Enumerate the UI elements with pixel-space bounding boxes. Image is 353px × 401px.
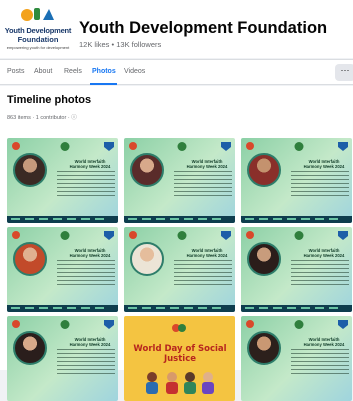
logo-text-line1: Youth Development: [4, 26, 72, 35]
logo-icon: [12, 142, 20, 150]
profile-tabs: Posts About Reels Photos Videos ···: [0, 59, 353, 85]
shield-icon: [338, 142, 348, 151]
portrait-photo: [247, 242, 281, 276]
quote-text: [57, 171, 115, 197]
social-bar: [241, 216, 352, 223]
foundation-logo-mark: [21, 8, 54, 21]
emblem-icon: [177, 142, 187, 151]
photo-tile[interactable]: World Interfaith Harmony Week 2024: [7, 316, 118, 401]
social-bar: [7, 216, 118, 223]
logo-icon: [172, 324, 186, 332]
logo-icon: [246, 320, 254, 328]
shield-icon: [104, 142, 114, 151]
photo-tile[interactable]: World Interfaith Harmony Week 2024: [7, 138, 118, 223]
portrait-photo: [130, 153, 164, 187]
shield-icon: [104, 231, 114, 240]
page-header: Youth Development Foundation empowering …: [0, 0, 353, 58]
emblem-icon: [60, 231, 70, 240]
photo-tile[interactable]: World Interfaith Harmony Week 2024: [241, 316, 352, 401]
social-bar: [124, 305, 235, 312]
tile-title: World Interfaith Harmony Week 2024: [69, 337, 111, 348]
logo-icon: [246, 142, 254, 150]
tab-about[interactable]: About: [34, 68, 52, 75]
shield-icon: [104, 320, 114, 329]
photo-tile[interactable]: World Interfaith Harmony Week 2024: [124, 227, 235, 312]
quote-text: [291, 171, 349, 197]
shield-icon: [338, 231, 348, 240]
tile-title: World Day of Social Justice: [133, 344, 227, 364]
active-tab-indicator: [90, 83, 117, 85]
emblem-icon: [294, 231, 304, 240]
more-options-button[interactable]: ···: [335, 64, 353, 81]
emblem-icon: [60, 142, 70, 151]
photo-tile[interactable]: World Interfaith Harmony Week 2024: [241, 138, 352, 223]
page-stats: 12K likes • 13K followers: [79, 40, 162, 49]
tile-title: World Interfaith Harmony Week 2024: [303, 248, 345, 259]
tile-title: World Interfaith Harmony Week 2024: [303, 159, 345, 170]
portrait-photo: [13, 331, 47, 365]
tab-reels[interactable]: Reels: [64, 68, 82, 75]
social-bar: [7, 305, 118, 312]
tab-videos[interactable]: Videos: [124, 68, 145, 75]
quote-text: [291, 260, 349, 286]
emblem-icon: [294, 142, 304, 151]
logo-icon: [12, 231, 20, 239]
photo-tile[interactable]: World Interfaith Harmony Week 2024: [241, 227, 352, 312]
tile-title: World Interfaith Harmony Week 2024: [303, 337, 345, 348]
photo-tile[interactable]: World Day of Social Justice: [124, 316, 235, 401]
logo-icon: [246, 231, 254, 239]
logo-icon: [129, 142, 137, 150]
portrait-photo: [13, 153, 47, 187]
tile-title: World Interfaith Harmony Week 2024: [186, 159, 228, 170]
tab-photos[interactable]: Photos: [92, 68, 116, 75]
social-bar: [241, 305, 352, 312]
social-bar: [124, 216, 235, 223]
logo-tagline: empowering youth for development: [6, 45, 70, 50]
emblem-icon: [60, 320, 70, 329]
page-logo[interactable]: Youth Development Foundation empowering …: [3, 4, 73, 56]
portrait-photo: [247, 153, 281, 187]
shield-icon: [221, 231, 231, 240]
quote-text: [174, 260, 232, 286]
logo-icon: [129, 231, 137, 239]
shield-icon: [221, 142, 231, 151]
tile-title: World Interfaith Harmony Week 2024: [69, 248, 111, 259]
page-title[interactable]: Youth Development Foundation: [79, 19, 327, 38]
portrait-photo: [247, 331, 281, 365]
emblem-icon: [294, 320, 304, 329]
photo-tile[interactable]: World Interfaith Harmony Week 2024: [7, 227, 118, 312]
people-icon: [146, 372, 214, 394]
portrait-photo: [13, 242, 47, 276]
logo-text-line2: Foundation: [17, 35, 59, 44]
photo-tile[interactable]: World Interfaith Harmony Week 2024: [124, 138, 235, 223]
tile-title: World Interfaith Harmony Week 2024: [186, 248, 228, 259]
photo-grid: World Interfaith Harmony Week 2024 World…: [7, 138, 353, 401]
quote-text: [57, 260, 115, 286]
shield-icon: [338, 320, 348, 329]
photos-section: Timeline photos 863 items · 1 contributo…: [0, 86, 353, 401]
quote-text: [174, 171, 232, 197]
quote-text: [291, 349, 349, 375]
portrait-photo: [130, 242, 164, 276]
section-meta: 863 items · 1 contributor · ⓘ: [7, 115, 77, 121]
section-title: Timeline photos: [7, 94, 92, 106]
emblem-icon: [177, 231, 187, 240]
quote-text: [57, 349, 115, 375]
tile-title: World Interfaith Harmony Week 2024: [69, 159, 111, 170]
logo-icon: [12, 320, 20, 328]
tab-posts[interactable]: Posts: [7, 68, 25, 75]
